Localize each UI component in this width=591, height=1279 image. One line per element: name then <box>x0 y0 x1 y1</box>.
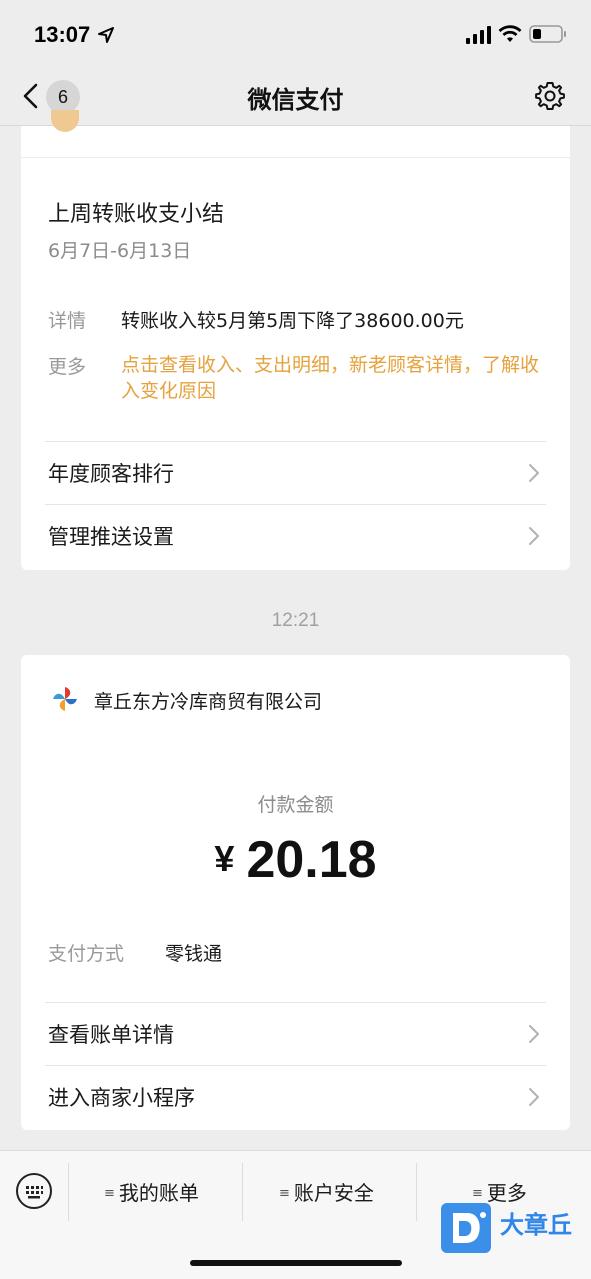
chevron-right-icon <box>529 527 539 545</box>
pay-method-label: 支付方式 <box>48 943 125 965</box>
menu-more[interactable]: ≡ 更多 <box>472 1177 527 1206</box>
summary-date-range: 6月7日-6月13日 <box>48 240 192 262</box>
gear-icon[interactable] <box>534 80 566 112</box>
divider <box>416 1163 417 1221</box>
avatar <box>51 110 79 132</box>
detail-label: 详情 <box>48 310 87 332</box>
list-row-label: 年度顾客排行 <box>48 462 174 486</box>
menu-my-bills[interactable]: ≡ 我的账单 <box>104 1177 199 1206</box>
summary-title: 上周转账收支小结 <box>48 202 225 227</box>
merchant-name: 章丘东方冷库商贸有限公司 <box>94 691 323 713</box>
list-row-label: 管理推送设置 <box>48 525 174 549</box>
merchant-mini-program-row[interactable]: 进入商家小程序 <box>21 1066 570 1128</box>
nav-bar: 6 微信支付 <box>0 70 591 126</box>
menu-label: 我的账单 <box>118 1181 199 1205</box>
battery-icon <box>529 25 566 43</box>
menu-lines-icon: ≡ <box>279 1186 290 1201</box>
menu-label: 更多 <box>486 1181 527 1205</box>
status-time: 13:07 <box>34 22 91 47</box>
message-timestamp: 12:21 <box>271 610 320 631</box>
view-bill-details-row[interactable]: 查看账单详情 <box>21 1003 570 1065</box>
divider <box>68 1163 69 1221</box>
chevron-right-icon <box>529 1088 539 1106</box>
payment-card: 章丘东方冷库商贸有限公司 付款金额 ¥20.18 支付方式 零钱通 查看账单详情… <box>21 655 570 1130</box>
watermark-logo-icon <box>441 1203 491 1253</box>
currency-symbol: ¥ <box>214 838 235 879</box>
card-header-strip <box>21 110 570 158</box>
list-row-label: 进入商家小程序 <box>48 1086 195 1110</box>
status-bar: 13:07 <box>0 0 591 70</box>
more-link[interactable]: 点击查看收入、支出明细，新老顾客详情，了解收入变化原因 <box>121 352 541 404</box>
menu-label: 账户安全 <box>293 1181 374 1205</box>
cellular-signal-icon <box>466 26 491 44</box>
amount-value: ¥20.18 <box>21 830 570 890</box>
wifi-icon <box>498 25 522 42</box>
divider <box>242 1163 243 1221</box>
page-title: 微信支付 <box>247 86 344 114</box>
amount-number: 20.18 <box>246 831 377 889</box>
chevron-right-icon <box>529 464 539 482</box>
pay-method-value: 零钱通 <box>165 943 223 965</box>
chevron-right-icon <box>529 1025 539 1043</box>
annual-customer-ranking-row[interactable]: 年度顾客排行 <box>21 442 570 504</box>
merchant-logo-icon <box>53 687 77 711</box>
location-arrow-icon <box>98 27 114 43</box>
keyboard-icon <box>26 1186 43 1199</box>
menu-lines-icon: ≡ <box>104 1186 115 1201</box>
watermark-text: 大章丘 <box>500 1211 572 1239</box>
push-settings-row[interactable]: 管理推送设置 <box>21 505 570 567</box>
home-indicator[interactable] <box>190 1260 402 1266</box>
more-label: 更多 <box>48 356 87 378</box>
menu-account-security[interactable]: ≡ 账户安全 <box>279 1177 374 1206</box>
keyboard-toggle-button[interactable] <box>16 1173 52 1209</box>
menu-lines-icon: ≡ <box>472 1186 483 1201</box>
amount-label: 付款金额 <box>257 794 334 816</box>
detail-value: 转账收入较5月第5周下降了38600.00元 <box>121 310 464 332</box>
transfer-summary-card: 上周转账收支小结 6月7日-6月13日 详情 转账收入较5月第5周下降了3860… <box>21 110 570 570</box>
list-row-label: 查看账单详情 <box>48 1023 174 1047</box>
